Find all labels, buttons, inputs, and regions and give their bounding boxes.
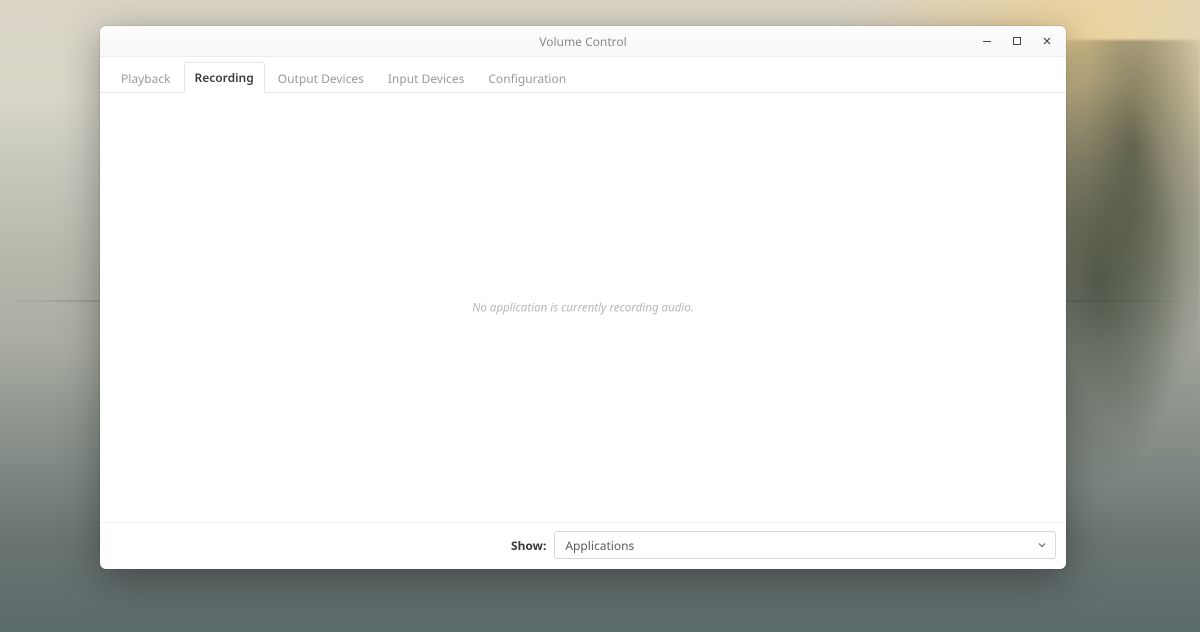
- tab-output-devices[interactable]: Output Devices: [267, 63, 375, 93]
- tab-recording[interactable]: Recording: [184, 62, 265, 93]
- empty-state-message: No application is currently recording au…: [472, 300, 694, 315]
- window-title: Volume Control: [539, 33, 627, 50]
- desktop-wallpaper: Volume Control: [0, 0, 1200, 632]
- tab-panel-recording: No application is currently recording au…: [100, 93, 1066, 522]
- window-controls: [972, 26, 1062, 56]
- window-minimize-button[interactable]: [972, 26, 1002, 56]
- maximize-icon: [1012, 36, 1022, 46]
- footer-bar: Show: Applications: [100, 522, 1066, 569]
- window-maximize-button[interactable]: [1002, 26, 1032, 56]
- show-dropdown[interactable]: Applications: [554, 531, 1056, 559]
- chevron-down-icon: [1037, 537, 1047, 554]
- tab-configuration[interactable]: Configuration: [477, 63, 577, 93]
- window-close-button[interactable]: [1032, 26, 1062, 56]
- show-dropdown-value: Applications: [565, 537, 634, 554]
- close-icon: [1042, 36, 1052, 46]
- show-label: Show:: [511, 537, 546, 554]
- tab-input-devices[interactable]: Input Devices: [377, 63, 476, 93]
- window-titlebar[interactable]: Volume Control: [100, 26, 1066, 57]
- tab-bar: Playback Recording Output Devices Input …: [100, 57, 1066, 93]
- volume-control-window: Volume Control: [100, 26, 1066, 569]
- minimize-icon: [982, 36, 992, 46]
- tab-playback[interactable]: Playback: [110, 63, 182, 93]
